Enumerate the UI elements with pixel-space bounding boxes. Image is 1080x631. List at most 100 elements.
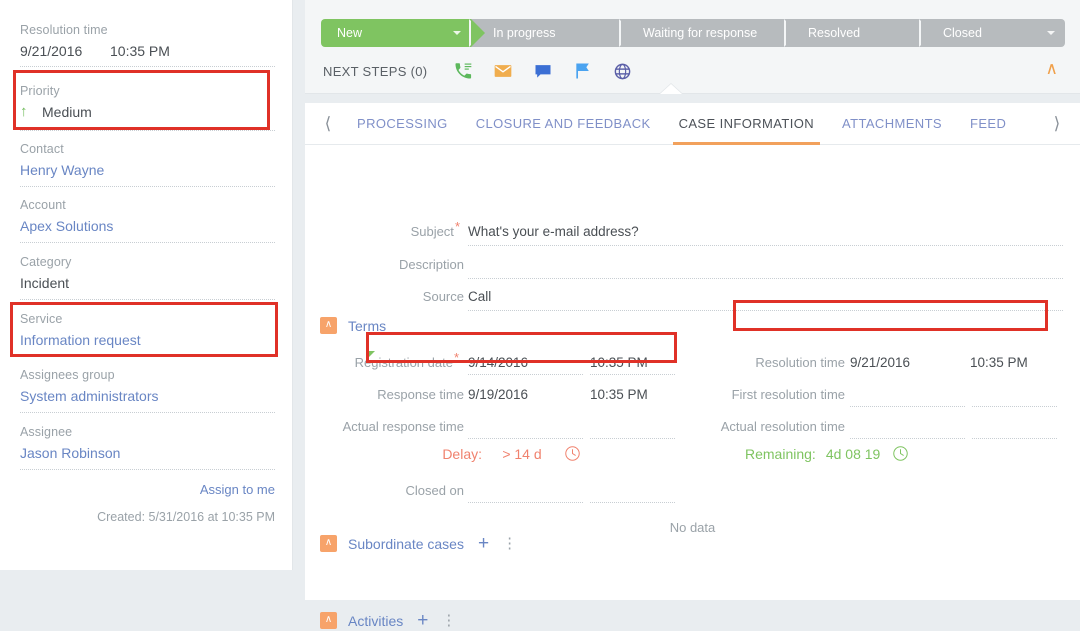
activities-title[interactable]: Activities bbox=[348, 613, 403, 629]
assign-to-me-link[interactable]: Assign to me bbox=[20, 482, 275, 497]
activities-header: ∧ Activities + ⋮ bbox=[320, 611, 456, 630]
field-divider bbox=[20, 130, 275, 131]
flag-icon[interactable] bbox=[573, 61, 593, 81]
field-divider bbox=[20, 186, 275, 187]
stage-waiting-for-response[interactable]: Waiting for response bbox=[621, 19, 800, 47]
globe-icon[interactable] bbox=[613, 62, 632, 81]
add-subordinate-case-button[interactable]: + bbox=[478, 534, 489, 553]
source-label: Source bbox=[422, 289, 464, 304]
field-divider bbox=[20, 242, 275, 243]
stage-new-label: New bbox=[337, 26, 363, 40]
up-arrow-icon: ↑ bbox=[20, 103, 28, 120]
chevron-up-icon[interactable]: ∧ bbox=[320, 317, 337, 334]
stage-closed-label: Closed bbox=[943, 26, 982, 40]
remaining-value: 4d 08 19 bbox=[825, 445, 881, 462]
chat-message-icon[interactable] bbox=[533, 61, 553, 81]
sidebar-service-value[interactable]: Information request bbox=[20, 330, 275, 350]
chevron-up-icon[interactable]: ∧ bbox=[320, 535, 337, 552]
sidebar-assignee-value[interactable]: Jason Robinson bbox=[20, 443, 275, 463]
subject-value[interactable]: What's your e-mail address? bbox=[468, 219, 639, 245]
field-divider bbox=[20, 299, 275, 300]
sidebar-field-category: Category Incident bbox=[20, 254, 275, 293]
remaining-label: Remaining: bbox=[745, 445, 816, 462]
stage-in-progress-label: In progress bbox=[493, 26, 556, 40]
subordinate-cases-header: ∧ Subordinate cases + ⋮ bbox=[320, 534, 517, 553]
stage-new[interactable]: New bbox=[321, 19, 485, 47]
phone-call-icon[interactable] bbox=[453, 61, 473, 81]
chevron-up-icon[interactable]: ∧ bbox=[1046, 60, 1058, 77]
chevron-down-icon[interactable] bbox=[1047, 31, 1055, 35]
stage-in-progress[interactable]: In progress bbox=[471, 19, 635, 47]
tab-feed[interactable]: FEED bbox=[956, 103, 1020, 145]
chevron-left-icon[interactable]: ⟨ bbox=[313, 103, 343, 145]
field-divider bbox=[20, 412, 275, 413]
description-label: Description bbox=[398, 257, 464, 272]
resolution-time-date-value[interactable]: 9/21/2016 bbox=[850, 350, 910, 376]
terms-section-title: Terms bbox=[348, 317, 387, 334]
tab-case-information[interactable]: CASE INFORMATION bbox=[665, 103, 828, 145]
tab-processing[interactable]: PROCESSING bbox=[343, 103, 462, 145]
stage-waiting-label: Waiting for response bbox=[643, 26, 758, 40]
activities-menu-button[interactable]: ⋮ bbox=[441, 613, 456, 628]
tab-closure-and-feedback[interactable]: CLOSURE AND FEEDBACK bbox=[462, 103, 665, 145]
tab-closure-and-feedback-label: CLOSURE AND FEEDBACK bbox=[475, 115, 651, 131]
field-divider bbox=[20, 469, 275, 470]
sidebar-field-assignees-group: Assignees group System administrators bbox=[20, 367, 275, 406]
source-underline bbox=[468, 310, 1063, 311]
add-activity-button[interactable]: + bbox=[417, 611, 428, 630]
subordinate-cases-menu-button[interactable]: ⋮ bbox=[502, 536, 517, 551]
sidebar-contact-value[interactable]: Henry Wayne bbox=[20, 160, 275, 180]
subordinate-cases-title[interactable]: Subordinate cases bbox=[348, 536, 464, 552]
closed-on-date-underline bbox=[468, 502, 583, 503]
remaining-metric: Remaining: 4d 08 19 bbox=[745, 445, 909, 462]
source-value[interactable]: Call bbox=[468, 284, 491, 310]
clock-icon bbox=[892, 445, 909, 462]
stage-closed[interactable]: Closed bbox=[921, 19, 1065, 47]
stage-notch bbox=[621, 19, 635, 47]
chevron-down-icon[interactable] bbox=[453, 31, 461, 35]
email-icon[interactable] bbox=[493, 61, 513, 81]
response-time-date-value[interactable]: 9/19/2016 bbox=[468, 382, 528, 408]
tab-feed-label: FEED bbox=[970, 115, 1007, 131]
description-underline bbox=[468, 278, 1063, 279]
sidebar-resolution-time-date: 9/21/2016 bbox=[20, 43, 83, 59]
subject-label: Subject* bbox=[325, 219, 460, 245]
sidebar-field-resolution-time: Resolution time 9/21/2016 10:35 PM bbox=[20, 22, 275, 61]
response-time-clock-value[interactable]: 10:35 PM bbox=[590, 382, 648, 408]
sidebar-category-label: Category bbox=[20, 255, 72, 269]
required-asterisk: * bbox=[453, 349, 459, 365]
first-resolution-date-underline bbox=[850, 406, 965, 407]
tab-bar: ⟨ PROCESSING CLOSURE AND FEEDBACK CASE I… bbox=[305, 103, 1080, 145]
sidebar-assignees-group-value[interactable]: System administrators bbox=[20, 386, 275, 406]
registration-date-value[interactable]: 9/14/2016 bbox=[468, 350, 528, 376]
response-time-label: Response time bbox=[377, 387, 464, 402]
delay-label: Delay: bbox=[442, 445, 482, 462]
tab-case-information-label: CASE INFORMATION bbox=[678, 115, 815, 131]
created-timestamp: Created: 5/31/2016 at 10:35 PM bbox=[97, 510, 275, 524]
actual-response-time-underline bbox=[590, 438, 675, 439]
case-sidebar: Resolution time 9/21/2016 10:35 PM Prior… bbox=[0, 0, 293, 570]
delay-metric: Delay: > 14 d bbox=[409, 445, 581, 462]
tab-attachments[interactable]: ATTACHMENTS bbox=[828, 103, 956, 145]
resolution-time-clock-value[interactable]: 10:35 PM bbox=[970, 350, 1028, 376]
sidebar-assignees-group-label: Assignees group bbox=[20, 368, 115, 382]
subordinate-cases-empty-text: No data bbox=[669, 520, 716, 535]
sidebar-priority-text: Medium bbox=[42, 104, 92, 120]
registration-time-value[interactable]: 10:35 PM bbox=[590, 350, 648, 376]
next-steps-pointer bbox=[660, 84, 682, 94]
stage-resolved[interactable]: Resolved bbox=[786, 19, 935, 47]
closed-on-time-underline bbox=[590, 502, 675, 503]
actual-resolution-time-label: Actual resolution time bbox=[720, 419, 845, 434]
sidebar-resolution-time-label: Resolution time bbox=[20, 23, 108, 37]
actual-response-time-label: Actual response time bbox=[342, 419, 464, 434]
chevron-right-icon[interactable]: ⟩ bbox=[1042, 103, 1072, 145]
registration-date-label-text: Registration date bbox=[354, 355, 453, 370]
first-resolution-time-underline bbox=[972, 406, 1057, 407]
sidebar-field-assignee: Assignee Jason Robinson bbox=[20, 424, 275, 463]
stage-resolved-label: Resolved bbox=[808, 26, 861, 40]
stage-panel: New In progress Waiting for response Res… bbox=[305, 0, 1080, 94]
resolution-time-label: Resolution time bbox=[755, 355, 845, 370]
chevron-up-icon[interactable]: ∧ bbox=[320, 612, 337, 629]
stage-progress-bar[interactable]: New In progress Waiting for response Res… bbox=[321, 19, 1065, 47]
sidebar-account-value[interactable]: Apex Solutions bbox=[20, 216, 275, 236]
